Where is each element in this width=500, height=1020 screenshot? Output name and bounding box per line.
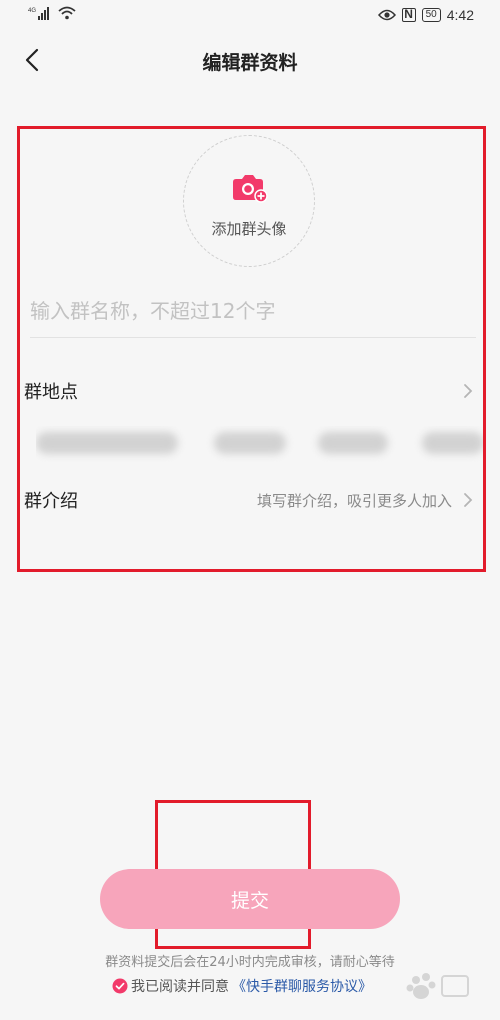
status-time: 4:42 <box>446 7 474 23</box>
watermark-logo <box>406 973 469 999</box>
location-tag <box>318 432 388 454</box>
eye-icon <box>377 9 396 21</box>
status-right: N 50 4:42 <box>377 7 474 23</box>
group-intro-row[interactable]: 群介绍 填写群介绍，吸引更多人加入 <box>24 479 476 519</box>
wifi-icon <box>58 6 76 20</box>
location-suggestions-blurred <box>36 426 484 462</box>
location-tag <box>214 432 286 454</box>
add-group-avatar-button[interactable]: 添加群头像 <box>183 135 315 267</box>
battery-icon: 50 <box>421 8 441 22</box>
camera-add-icon <box>233 175 268 203</box>
service-agreement-link[interactable]: 《快手群聊服务协议》 <box>232 976 372 996</box>
location-tag <box>422 432 484 454</box>
chevron-right-icon <box>464 493 473 507</box>
checkbox-checked-icon[interactable] <box>112 978 128 994</box>
submit-button[interactable]: 提交 <box>100 869 400 929</box>
location-label: 群地点 <box>24 382 78 403</box>
page-title: 编辑群资料 <box>202 52 298 74</box>
group-location-row[interactable]: 群地点 <box>24 370 476 410</box>
chevron-right-icon <box>464 384 473 398</box>
nav-bar: 编辑群资料 <box>0 36 500 84</box>
divider <box>30 337 476 338</box>
intro-placeholder: 填写群介绍，吸引更多人加入 <box>256 492 452 510</box>
network-type: 4G <box>28 8 36 14</box>
group-info-form: 添加群头像 群地点 群介绍 填写群介绍，吸引更多人加入 <box>18 128 484 568</box>
agreement-row: 我已阅读并同意 《快手群聊服务协议》 <box>112 976 372 996</box>
intro-label: 群介绍 <box>24 491 78 512</box>
nfc-icon: N <box>401 8 416 22</box>
cellular-signal-icon: 4G <box>28 7 49 20</box>
agreement-text: 我已阅读并同意 <box>131 979 229 995</box>
status-left: 4G <box>28 6 76 20</box>
location-tag <box>36 432 178 454</box>
avatar-label: 添加群头像 <box>211 220 287 238</box>
group-name-input[interactable] <box>30 288 476 334</box>
status-bar: 4G N 50 4:42 <box>0 0 500 34</box>
